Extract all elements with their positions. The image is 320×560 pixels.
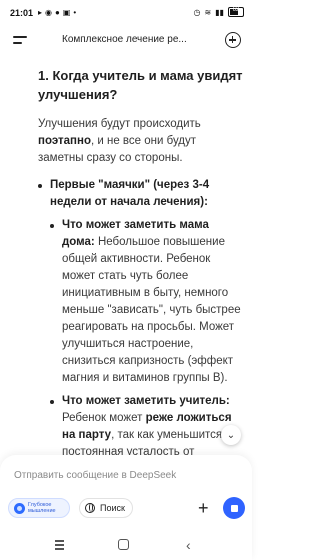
- alarm-icon: ◷: [193, 7, 201, 17]
- intro-paragraph: Улучшения будут происходить поэтапно, и …: [38, 116, 243, 167]
- list-item: Первые "маячки" (через 3-4 недели от нач…: [38, 177, 243, 478]
- chevron-down-icon: ⌄: [226, 429, 236, 441]
- message-icon: ◉: [45, 8, 52, 17]
- stop-icon: [230, 504, 238, 512]
- recent-apps-button[interactable]: [55, 540, 64, 550]
- notification-icon: ▸: [38, 8, 43, 17]
- notification-icons: ▸ ◉ ● ▣ •: [38, 8, 76, 17]
- status-bar: 21:01 ▸ ◉ ● ▣ • ◷ ≋ ▮▮ 62: [0, 0, 252, 24]
- status-time: 21:01: [10, 8, 34, 18]
- menu-icon[interactable]: [13, 36, 27, 46]
- chat-title[interactable]: Комплексное лечение ре...: [62, 34, 198, 45]
- home-button[interactable]: [118, 539, 129, 550]
- chat-icon: ●: [55, 8, 60, 17]
- back-button[interactable]: ‹: [186, 538, 191, 552]
- new-chat-icon[interactable]: [225, 32, 241, 48]
- globe-icon: [85, 503, 95, 513]
- signal-icon: ▮▮: [215, 7, 224, 17]
- deepthink-icon: [14, 502, 25, 514]
- sub-list: Что может заметить мама дома: Небольшое …: [50, 217, 243, 478]
- attach-button[interactable]: +: [198, 498, 209, 518]
- sub-text: Небольшое повышение общей активности. Ре…: [62, 236, 241, 384]
- scroll-down-button[interactable]: ⌄: [221, 425, 241, 445]
- battery-level: 62: [232, 7, 240, 13]
- message-input[interactable]: Отправить сообщение в DeepSeek: [14, 470, 176, 481]
- send-button[interactable]: [223, 497, 245, 519]
- assistant-message: 1. Когда учитель и мама увидят улучшения…: [38, 66, 243, 484]
- system-nav-bar: ‹: [0, 532, 252, 560]
- section-heading: 1. Когда учитель и мама увидят улучшения…: [38, 68, 243, 102]
- deepthink-label: Глубокое мышление: [28, 502, 56, 514]
- sub-title: Что может заметить учитель:: [62, 395, 230, 407]
- wifi-icon: ≋: [204, 7, 212, 17]
- chat-header: Комплексное лечение ре...: [0, 24, 252, 58]
- deepthink-toggle[interactable]: Глубокое мышление: [8, 498, 70, 518]
- search-label: Поиск: [100, 503, 125, 513]
- intro-emphasis: поэтапно: [38, 135, 91, 147]
- battery-icon: 62: [228, 7, 244, 17]
- search-toggle[interactable]: Поиск: [79, 498, 133, 518]
- sub-text: Ребенок может: [62, 412, 146, 424]
- intro-text: Улучшения будут происходить: [38, 118, 201, 130]
- bullet-list: Первые "маячки" (через 3-4 недели от нач…: [38, 177, 243, 478]
- list-item: Что может заметить мама дома: Небольшое …: [50, 217, 243, 387]
- bullet-title: Первые "маячки" (через 3-4 недели от нач…: [50, 179, 210, 208]
- plus-icon: +: [198, 498, 209, 518]
- more-icon: •: [73, 8, 77, 17]
- status-right: ◷ ≋ ▮▮ 62: [193, 7, 244, 17]
- app-icon: ▣: [62, 8, 71, 17]
